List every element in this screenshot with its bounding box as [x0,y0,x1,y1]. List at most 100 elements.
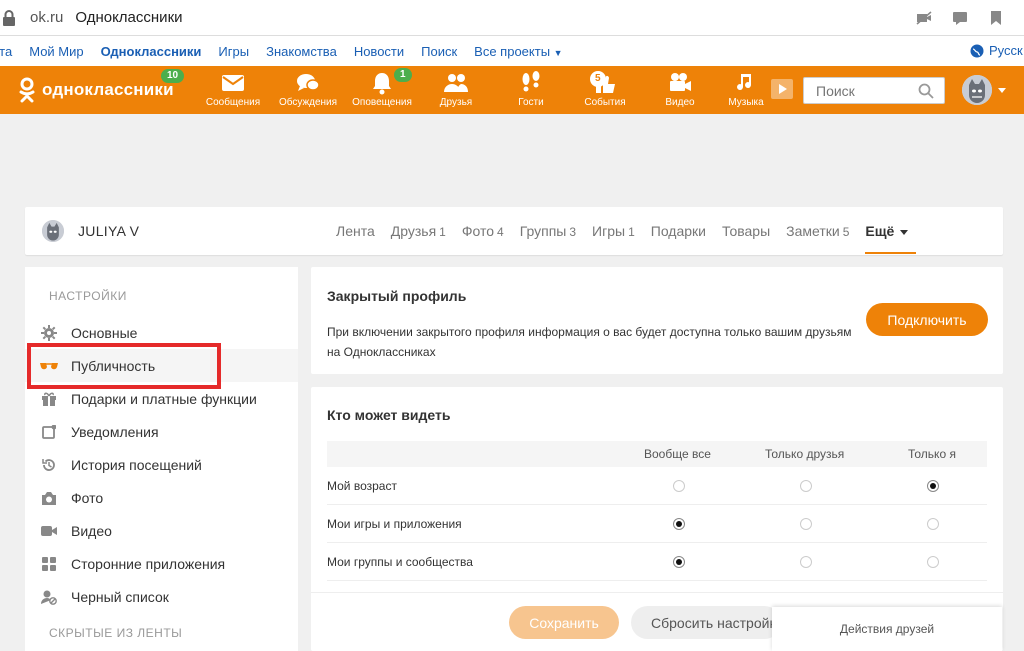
sidebar-item-apps[interactable]: Сторонние приложения [25,547,298,580]
sidebar-item-label: История посещений [71,456,202,473]
notifications-badge: 1 [394,68,412,82]
nav-messages[interactable]: Сообщения [195,71,271,108]
camera-blocked-icon[interactable] [916,10,932,26]
nav-guests[interactable]: Гости [493,71,569,108]
camera-icon [42,491,56,505]
sidebar-item-blacklist[interactable]: Черный список [25,580,298,613]
sidebar-item-photo[interactable]: Фото [25,481,298,514]
sidebar-item-notifications[interactable]: Уведомления [25,415,298,448]
top-link-dating[interactable]: Знакомства [266,44,337,59]
ok-logo[interactable]: одноклассники [18,77,174,103]
gear-icon [41,324,57,341]
tab-notes-count: 5 [842,225,850,239]
divider [311,592,1003,593]
music-note-icon [737,74,752,91]
nav-music-label: Музыка [728,97,764,108]
tab-friends[interactable]: Друзья 1 [391,223,446,239]
profile-name[interactable]: JULIYA V [78,223,139,239]
closed-profile-card: Закрытый профиль При включении закрытого… [311,267,1003,374]
settings-sidebar: НАСТРОЙКИ Основные Публичность Подарки и… [25,267,298,651]
history-icon [42,458,55,471]
logo-badge: 10 [161,69,185,83]
nav-video[interactable]: Видео [642,71,718,108]
radio-groups-only-me[interactable] [927,556,939,568]
tab-feed[interactable]: Лента [336,223,375,239]
nav-notifications-label: Оповещения [352,97,412,108]
radio-age-friends[interactable] [800,480,812,492]
user-avatar[interactable] [962,75,992,105]
sidebar-item-label: Фото [71,489,104,506]
column-everyone: Вообще все [644,447,711,461]
tab-games[interactable]: Игры 1 [592,223,635,239]
visibility-table: Вообще все Только друзья Только я Мой во… [327,441,987,581]
sidebar-item-label: Подарки и платные функции [71,390,257,407]
all-projects-label: Все проекты [474,43,551,59]
save-button[interactable]: Сохранить [509,606,619,639]
table-row: Мои группы и сообщества [327,543,987,581]
top-links-bar: нта Мой Мир Одноклассники Игры Знакомств… [0,36,1024,66]
profile-tabs: Лента Друзья 1 Фото 4 Группы 3 Игры 1 Подарк… [336,223,924,254]
block-user-icon [41,590,57,605]
radio-age-everyone[interactable] [673,480,685,492]
address-domain: ok.ru [30,9,64,26]
search-box[interactable] [803,77,945,104]
tab-groups-count: 3 [569,225,577,239]
column-friends-only: Только друзья [765,447,845,461]
profile-avatar[interactable] [42,220,64,242]
top-link-feed[interactable]: нта [0,44,12,59]
hidden-from-feed-heading: СКРЫТЫЕ ИЗ ЛЕНТЫ [49,626,183,640]
friends-icon [444,74,468,92]
row-label: Мои группы и сообщества [327,555,473,569]
radio-games-friends[interactable] [800,518,812,530]
sidebar-item-label: Видео [71,522,112,539]
user-menu-caret-icon[interactable] [998,88,1006,93]
nav-video-label: Видео [665,97,695,108]
radio-age-only-me[interactable] [927,480,939,492]
friends-actions-panel[interactable]: Действия друзей [772,607,1002,651]
top-link-news[interactable]: Новости [354,44,404,59]
tab-notes[interactable]: Заметки 5 [786,223,849,239]
nav-discussions[interactable]: Обсуждения [270,71,346,108]
bookmark-icon[interactable] [988,10,1004,26]
sidebar-item-label: Основные [71,324,138,341]
nav-friends[interactable]: Друзья [418,71,494,108]
enable-closed-profile-button[interactable]: Подключить [866,303,988,336]
radio-games-everyone[interactable] [673,518,685,530]
radio-groups-everyone[interactable] [673,556,685,568]
tab-more[interactable]: Ещё [865,223,917,254]
ok-logo-icon [19,77,35,103]
top-link-my-world[interactable]: Мой Мир [29,44,83,59]
chevron-down-icon: ▼ [553,47,563,58]
column-only-me: Только я [908,447,956,461]
sidebar-item-label: Черный список [71,588,169,605]
tab-games-count: 1 [628,225,635,239]
address-bar[interactable]: ok.ru Одноклассники [0,0,1024,36]
top-link-all-projects[interactable]: Все проекты ▼ [474,44,562,59]
tab-goods-label: Товары [722,223,771,239]
visibility-table-header: Вообще все Только друзья Только я [327,441,987,467]
nav-discussions-label: Обсуждения [278,97,338,108]
radio-groups-friends[interactable] [800,556,812,568]
video-icon [41,525,57,536]
language-selector[interactable]: Русск [970,43,1023,58]
sidebar-item-history[interactable]: История посещений [25,448,298,481]
radio-games-only-me[interactable] [927,518,939,530]
cat-avatar-icon [962,75,992,105]
tab-photos[interactable]: Фото 4 [462,223,504,239]
top-link-search[interactable]: Поиск [421,44,457,59]
tab-gifts-label: Подарки [650,223,706,239]
tab-goods[interactable]: Товары [722,223,770,239]
reset-settings-button[interactable]: Сбросить настройки [631,606,781,639]
message-icon[interactable] [952,10,968,26]
search-input[interactable] [816,82,916,99]
play-icon[interactable] [771,79,793,99]
nav-friends-label: Друзья [439,97,473,108]
tab-groups[interactable]: Группы 3 [520,223,576,239]
top-link-odnoklassniki[interactable]: Одноклассники [101,44,202,59]
nav-guests-label: Гости [518,97,544,108]
sidebar-item-video[interactable]: Видео [25,514,298,547]
search-icon[interactable] [918,83,934,99]
tab-gifts[interactable]: Подарки [651,223,706,239]
top-link-games[interactable]: Игры [218,44,249,59]
tab-groups-label: Группы [519,223,567,239]
